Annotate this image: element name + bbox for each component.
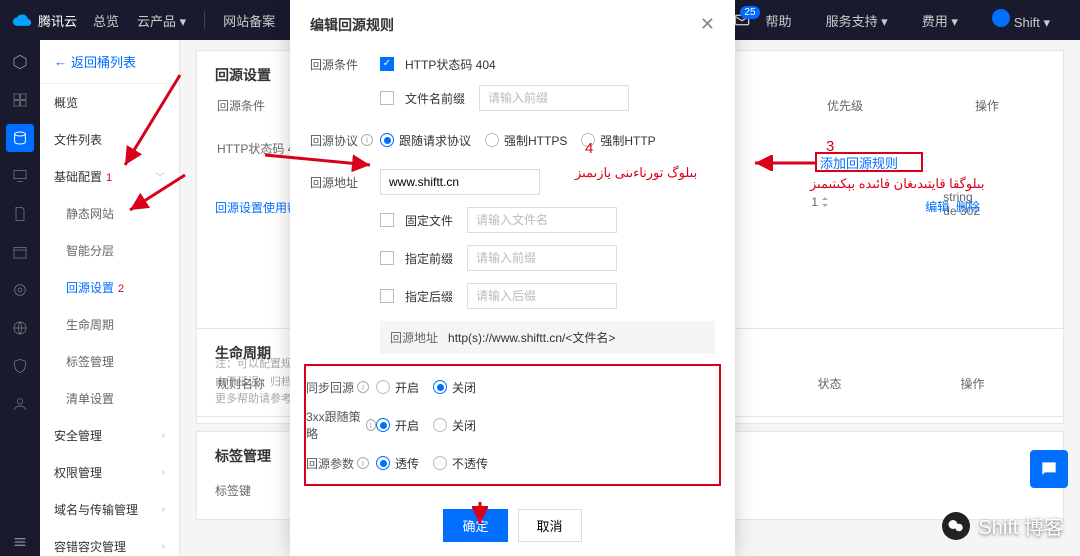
checkbox-filename-prefix[interactable]: 文件名前缀 xyxy=(380,90,465,107)
cloud-icon xyxy=(12,10,32,30)
cancel-button[interactable]: 取消 xyxy=(518,509,582,542)
radio-proto-https[interactable]: 强制HTTPS xyxy=(485,132,567,149)
edit-origin-rule-modal: 编辑回源规则 ✕ 回源条件 HTTP状态码 404 文件名前缀 回源协议i 跟随… xyxy=(290,0,735,556)
sidebar-item-tags[interactable]: 标签管理 xyxy=(40,343,179,380)
sidebar-item-overview[interactable]: 概览 xyxy=(40,84,179,121)
back-to-bucket-list[interactable]: ← 返回桶列表 xyxy=(40,40,179,84)
modal-title: 编辑回源规则 xyxy=(310,15,394,35)
rail-globe-icon[interactable] xyxy=(6,314,34,342)
close-icon[interactable]: ✕ xyxy=(700,14,715,35)
rail-target-icon[interactable] xyxy=(6,276,34,304)
chevron-right-icon: › xyxy=(162,541,165,552)
left-rail xyxy=(0,40,40,556)
rail-doc-icon[interactable] xyxy=(6,200,34,228)
label-sync: 同步回源i xyxy=(306,379,376,396)
sidebar-item-lifecycle[interactable]: 生命周期 xyxy=(40,306,179,343)
sidebar: ← 返回桶列表 概览 文件列表 基础配置1﹀ 静态网站 智能分层 回源设置2 生… xyxy=(40,40,180,556)
message-badge: 25 xyxy=(740,6,759,19)
input-spec-suffix[interactable] xyxy=(467,283,617,309)
radio-params-pass[interactable]: 透传 xyxy=(376,455,419,472)
input-origin-addr[interactable] xyxy=(380,169,540,195)
sidebar-item-tiering[interactable]: 智能分层 xyxy=(40,232,179,269)
radio-3xx-off[interactable]: 关闭 xyxy=(433,417,476,434)
sidebar-item-fault-tolerance[interactable]: 容错容灾管理› xyxy=(40,528,179,556)
highlighted-options-box: 同步回源i 开启 关闭 3xx跟随策略i 开启 关闭 回源参数i 透传 不透传 xyxy=(304,364,721,486)
rail-shield-icon[interactable] xyxy=(6,352,34,380)
watermark: Shift 博客 xyxy=(942,511,1064,540)
label-3xx: 3xx跟随策略i xyxy=(306,408,376,442)
checkbox-http404[interactable]: HTTP状态码 404 xyxy=(380,56,496,73)
chevron-right-icon: › xyxy=(162,430,165,441)
brand-text: 腾讯云 xyxy=(38,11,77,30)
label-origin-addr: 回源地址 xyxy=(310,174,380,191)
rail-user-icon[interactable] xyxy=(6,390,34,418)
radio-proto-follow[interactable]: 跟随请求协议 xyxy=(380,132,471,149)
info-icon[interactable]: i xyxy=(357,457,369,469)
arrow-left-icon: ← xyxy=(54,54,67,69)
info-icon[interactable]: i xyxy=(361,134,373,146)
nav-billing[interactable]: 费用 ▾ xyxy=(922,11,958,30)
rail-calendar-icon[interactable] xyxy=(6,238,34,266)
sidebar-item-origin-pull[interactable]: 回源设置2 xyxy=(40,269,179,306)
ok-button[interactable]: 确定 xyxy=(443,509,507,542)
wechat-icon xyxy=(942,512,970,540)
edit-link[interactable]: 编辑 xyxy=(925,200,949,214)
checkbox-spec-suffix[interactable]: 指定后缀 xyxy=(380,288,453,305)
checkbox-spec-prefix[interactable]: 指定前缀 xyxy=(380,250,453,267)
radio-sync-off[interactable]: 关闭 xyxy=(433,379,476,396)
chat-icon xyxy=(1039,459,1059,479)
rail-monitor-icon[interactable] xyxy=(6,162,34,190)
nav-support[interactable]: 服务支持 ▾ xyxy=(826,11,888,30)
message-icon[interactable]: 25 xyxy=(734,12,750,28)
delete-link[interactable]: 删除 xyxy=(956,200,980,214)
chevron-right-icon: › xyxy=(162,467,165,478)
input-fixed-file[interactable] xyxy=(467,207,617,233)
radio-3xx-on[interactable]: 开启 xyxy=(376,417,419,434)
label-params: 回源参数i xyxy=(306,455,376,472)
sidebar-item-basic-config[interactable]: 基础配置1﹀ xyxy=(40,158,179,195)
rail-grid-icon[interactable] xyxy=(6,86,34,114)
sidebar-item-permissions[interactable]: 权限管理› xyxy=(40,454,179,491)
nav-help[interactable]: 帮助 xyxy=(766,11,792,30)
input-filename-prefix[interactable] xyxy=(479,85,629,111)
brand-logo[interactable]: 腾讯云 xyxy=(12,10,77,30)
nav-beian[interactable]: 网站备案 xyxy=(223,11,275,30)
sort-icon[interactable] xyxy=(820,197,830,207)
rail-cube-icon[interactable] xyxy=(6,48,34,76)
nav-products[interactable]: 云产品 ▾ xyxy=(137,11,186,30)
label-protocol: 回源协议i xyxy=(310,132,380,149)
radio-params-nopass[interactable]: 不透传 xyxy=(433,455,488,472)
sidebar-item-inventory[interactable]: 清单设置 xyxy=(40,380,179,417)
chevron-right-icon: › xyxy=(162,504,165,515)
radio-sync-on[interactable]: 开启 xyxy=(376,379,419,396)
modal-footer: 确定 取消 xyxy=(290,497,735,556)
checkbox-fixed-file[interactable]: 固定文件 xyxy=(380,212,453,229)
sidebar-item-filelist[interactable]: 文件列表 xyxy=(40,121,179,158)
nav-overview[interactable]: 总览 xyxy=(93,11,119,30)
sidebar-item-domain-transfer[interactable]: 域名与传输管理› xyxy=(40,491,179,528)
origin-addr-preview: 回源地址 http(s)://www.shiftt.cn/<文件名> xyxy=(380,321,715,354)
chevron-down-icon: ﹀ xyxy=(155,169,165,184)
info-icon[interactable]: i xyxy=(366,419,376,431)
chat-fab[interactable] xyxy=(1030,450,1068,488)
rail-storage-icon[interactable] xyxy=(6,124,34,152)
rail-menu-icon[interactable] xyxy=(6,528,34,556)
avatar xyxy=(992,9,1010,27)
label-condition: 回源条件 xyxy=(310,56,380,73)
radio-proto-http[interactable]: 强制HTTP xyxy=(581,132,655,149)
sidebar-item-static-site[interactable]: 静态网站 xyxy=(40,195,179,232)
sidebar-item-security[interactable]: 安全管理› xyxy=(40,417,179,454)
user-menu[interactable]: Shift ▾ xyxy=(992,9,1050,31)
info-icon[interactable]: i xyxy=(357,381,369,393)
input-spec-prefix[interactable] xyxy=(467,245,617,271)
